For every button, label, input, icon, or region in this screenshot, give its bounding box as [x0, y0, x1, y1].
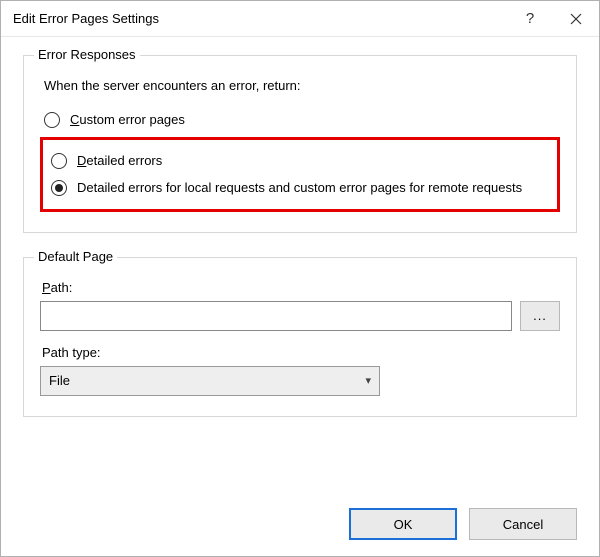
radio-label: Detailed errors for local requests and c… — [77, 179, 522, 197]
default-page-group: Default Page Path: ... Path type: File ▾ — [23, 257, 577, 417]
titlebar: Edit Error Pages Settings ? — [1, 1, 599, 37]
chevron-down-icon: ▾ — [365, 374, 371, 387]
help-button[interactable]: ? — [507, 1, 553, 37]
path-type-value: File — [49, 373, 70, 388]
ok-button-label: OK — [394, 517, 413, 532]
dialog-body: Error Responses When the server encounte… — [1, 37, 599, 502]
error-responses-group: Error Responses When the server encounte… — [23, 55, 577, 233]
path-input[interactable] — [40, 301, 512, 331]
cancel-button[interactable]: Cancel — [469, 508, 577, 540]
radio-detailed-local-custom-remote[interactable]: Detailed errors for local requests and c… — [47, 177, 553, 199]
window-title: Edit Error Pages Settings — [13, 11, 507, 26]
path-type-select-wrap: File ▾ — [40, 366, 380, 396]
radio-icon — [51, 180, 67, 196]
default-page-legend: Default Page — [34, 249, 117, 264]
close-icon — [570, 13, 582, 25]
radio-icon — [44, 112, 60, 128]
radio-custom-error-pages[interactable]: Custom error pages — [40, 109, 560, 131]
radio-detailed-errors[interactable]: Detailed errors — [47, 150, 553, 172]
browse-button[interactable]: ... — [520, 301, 560, 331]
ok-button[interactable]: OK — [349, 508, 457, 540]
highlighted-options: Detailed errors Detailed errors for loca… — [40, 137, 560, 212]
path-type-label: Path type: — [42, 345, 560, 360]
radio-label: Custom error pages — [70, 111, 185, 129]
error-responses-instruction: When the server encounters an error, ret… — [44, 78, 560, 93]
dialog-window: Edit Error Pages Settings ? Error Respon… — [0, 0, 600, 557]
ellipsis-icon: ... — [533, 308, 547, 323]
radio-icon — [51, 153, 67, 169]
help-icon: ? — [526, 10, 534, 27]
path-row: ... — [40, 301, 560, 331]
radio-label: Detailed errors — [77, 152, 162, 170]
path-label: Path: — [42, 280, 560, 295]
dialog-button-row: OK Cancel — [1, 502, 599, 556]
cancel-button-label: Cancel — [503, 517, 543, 532]
error-responses-legend: Error Responses — [34, 47, 140, 62]
path-type-select[interactable]: File ▾ — [40, 366, 380, 396]
close-button[interactable] — [553, 1, 599, 37]
